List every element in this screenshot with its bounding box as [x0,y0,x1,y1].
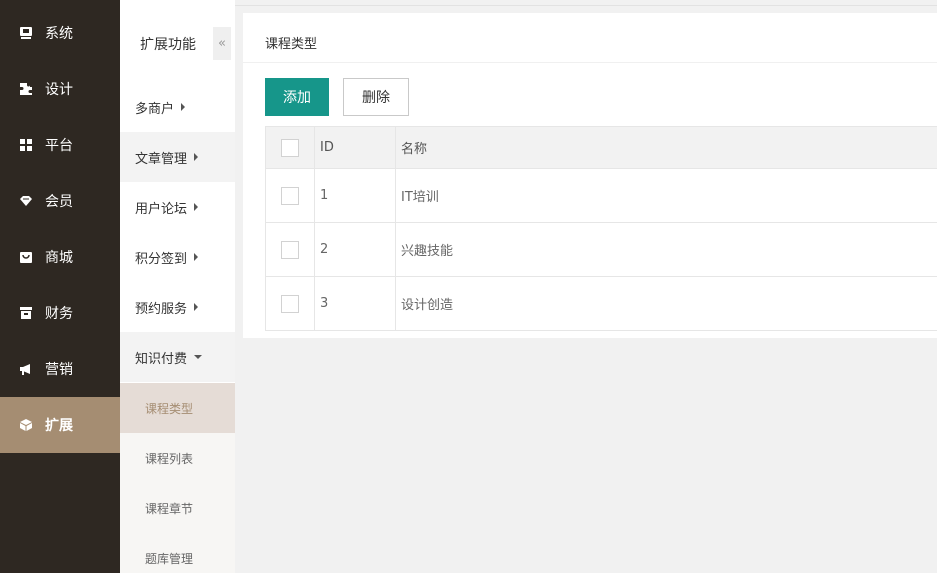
menu-item-article-management[interactable]: 文章管理 [120,132,235,182]
top-strip [235,0,937,6]
nav-item-label: 扩展 [45,418,73,434]
row-checkbox-cell [266,277,315,330]
nav-item-label: 会员 [45,194,73,210]
row-checkbox[interactable] [281,294,299,313]
delete-button[interactable]: 删除 [343,78,409,116]
table-row: 2 兴趣技能 [266,222,937,276]
submenu-item-label: 课程类型 [145,401,194,416]
cube-icon [19,418,33,432]
nav-item-label: 设计 [45,82,73,98]
select-all-checkbox[interactable] [281,138,299,157]
caret-right-icon [181,103,186,111]
secondary-sidebar-header: 扩展功能 « [120,0,235,84]
nav-item-system[interactable]: 系统 [0,5,120,61]
nav-item-member[interactable]: 会员 [0,173,120,229]
collapse-sidebar-button[interactable]: « [213,27,231,60]
nav-item-extension[interactable]: 扩展 [0,397,120,453]
page-title: 课程类型 [265,37,318,52]
submenu-item-label: 课程列表 [145,451,194,466]
nav-item-label: 商城 [45,250,73,266]
submenu-item-label: 题库管理 [145,551,194,566]
submenu-item-course-chapter[interactable]: 课程章节 [120,483,235,533]
add-button[interactable]: 添加 [265,78,329,116]
submenu-item-question-bank[interactable]: 题库管理 [120,533,235,573]
caret-right-icon [194,253,199,261]
nav-item-label: 财务 [45,306,73,322]
header-name: 名称 [401,142,428,157]
menu-item-booking-service[interactable]: 预约服务 [120,282,235,332]
nav-item-finance[interactable]: 财务 [0,285,120,341]
menu-item-points-checkin[interactable]: 积分签到 [120,232,235,282]
gem-icon [19,194,33,208]
caret-down-icon [194,355,203,359]
menu-item-label: 积分签到 [135,251,188,267]
nav-item-platform[interactable]: 平台 [0,117,120,173]
content-panel: 课程类型 添加 删除 ID 名称 1 IT培训 2 兴趣技能 3 设计创造 [243,13,937,338]
nav-item-label: 平台 [45,138,73,154]
grid-icon [19,138,33,152]
cell-id: 1 [315,169,396,222]
menu-item-user-forum[interactable]: 用户论坛 [120,182,235,232]
cell-id: 2 [315,223,396,276]
submenu-item-course-type[interactable]: 课程类型 [120,383,235,433]
menu-item-label: 文章管理 [135,151,188,167]
primary-sidebar: 系统 设计 平台 会员 商城 财务 营销 扩展 [0,0,120,573]
menu-item-label: 多商户 [135,101,175,117]
menu-item-label: 预约服务 [135,301,188,317]
row-checkbox[interactable] [281,186,299,205]
row-checkbox-cell [266,169,315,222]
table-row: 1 IT培训 [266,168,937,222]
submenu-item-label: 课程章节 [145,501,194,516]
secondary-sidebar: 扩展功能 « 多商户 文章管理 用户论坛 积分签到 预约服务 知识付费 课程类型… [120,0,235,573]
table-row: 3 设计创造 [266,276,937,330]
caret-right-icon [194,153,199,161]
menu-item-label: 知识付费 [135,351,188,367]
megaphone-icon [19,362,33,376]
archive-icon [19,306,33,320]
cell-name: IT培训 [401,190,439,205]
header-checkbox-cell [266,127,315,168]
divider [243,62,937,63]
caret-right-icon [194,203,199,211]
cell-name: 兴趣技能 [401,244,454,259]
submenu-item-course-list[interactable]: 课程列表 [120,433,235,483]
menu-item-label: 用户论坛 [135,201,188,217]
monitor-icon [19,26,33,40]
table-header-row: ID 名称 [266,127,937,168]
secondary-sidebar-title: 扩展功能 [140,37,196,53]
menu-item-multi-merchant[interactable]: 多商户 [120,82,235,132]
nav-item-design[interactable]: 设计 [0,61,120,117]
cell-name: 设计创造 [401,298,454,313]
puzzle-icon [19,82,33,96]
nav-item-label: 系统 [45,26,73,42]
row-checkbox-cell [266,223,315,276]
menu-item-paid-knowledge[interactable]: 知识付费 [120,332,235,382]
nav-item-mall[interactable]: 商城 [0,229,120,285]
bag-icon [19,250,33,264]
header-id: ID [315,127,396,168]
nav-item-label: 营销 [45,362,73,378]
nav-item-marketing[interactable]: 营销 [0,341,120,397]
caret-right-icon [194,303,199,311]
row-checkbox[interactable] [281,240,299,259]
course-type-table: ID 名称 1 IT培训 2 兴趣技能 3 设计创造 [265,126,937,331]
cell-id: 3 [315,277,396,330]
